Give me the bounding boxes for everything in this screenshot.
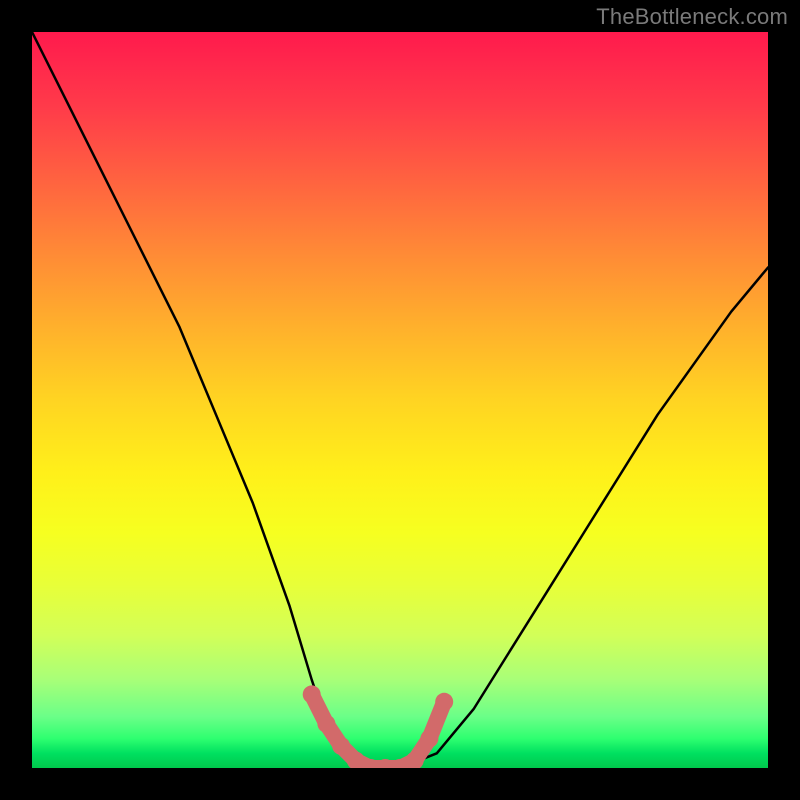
marker-dot [420,730,438,748]
plot-area [32,32,768,768]
marker-dot [317,715,335,733]
marker-dot [332,737,350,755]
chart-frame: TheBottleneck.com [0,0,800,800]
chart-svg [32,32,768,768]
marker-dot [303,685,321,703]
watermark-text: TheBottleneck.com [596,4,788,30]
bottleneck-curve-line [32,32,768,768]
marker-dot [435,693,453,711]
